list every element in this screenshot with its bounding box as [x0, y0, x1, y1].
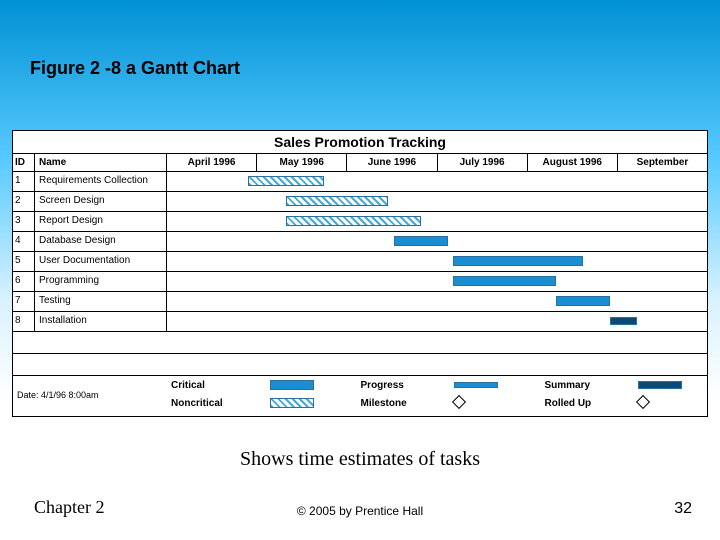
legend-label-critical: Critical — [171, 380, 244, 391]
gantt-bar — [610, 317, 637, 325]
task-bar-area — [167, 212, 707, 231]
task-id: 7 — [13, 292, 35, 311]
column-header-month: July 1996 — [437, 154, 527, 171]
task-id: 4 — [13, 232, 35, 251]
legend-label-progress: Progress — [361, 380, 428, 391]
slide-title: Figure 2 -8 a Gantt Chart — [30, 58, 240, 79]
legend-swatch-summary — [638, 381, 682, 389]
task-name: Installation — [35, 312, 167, 331]
column-header-month: September — [617, 154, 707, 171]
chart-title: Sales Promotion Tracking — [13, 131, 707, 154]
rolled-up-icon — [636, 395, 650, 409]
task-bar-area — [167, 252, 707, 271]
footer-page: 32 — [674, 500, 692, 518]
legend-swatch-progress — [454, 382, 498, 388]
task-row: 3 Report Design — [13, 212, 707, 232]
task-id: 5 — [13, 252, 35, 271]
chart-legend: Date: 4/1/96 8:00am Critical Progress Su… — [13, 376, 707, 416]
column-header-month: August 1996 — [527, 154, 617, 171]
task-id: 1 — [13, 172, 35, 191]
task-row: 8 Installation — [13, 312, 707, 332]
task-row: 5 User Documentation — [13, 252, 707, 272]
task-name: Database Design — [35, 232, 167, 251]
footer-copyright: © 2005 by Prentice Hall — [0, 504, 720, 518]
column-header-month: April 1996 — [167, 154, 256, 171]
chart-header-row: ID Name April 1996 May 1996 June 1996 Ju… — [13, 154, 707, 172]
column-header-id: ID — [13, 154, 35, 171]
task-name: Programming — [35, 272, 167, 291]
legend-label-rolledup: Rolled Up — [544, 398, 612, 409]
task-bar-area — [167, 172, 707, 191]
task-name: Testing — [35, 292, 167, 311]
task-row: 4 Database Design — [13, 232, 707, 252]
task-id: 6 — [13, 272, 35, 291]
task-bar-area — [167, 312, 707, 331]
spacer-row — [13, 354, 707, 376]
task-id: 3 — [13, 212, 35, 231]
spacer-row — [13, 332, 707, 354]
gantt-chart: Sales Promotion Tracking ID Name April 1… — [12, 130, 708, 417]
legend-date: Date: 4/1/96 8:00am — [17, 390, 171, 400]
task-row: 1 Requirements Collection — [13, 172, 707, 192]
legend-swatch-critical — [270, 380, 314, 390]
task-row: 2 Screen Design — [13, 192, 707, 212]
gantt-bar — [394, 236, 448, 246]
task-id: 8 — [13, 312, 35, 331]
slide-caption: Shows time estimates of tasks — [0, 448, 720, 471]
milestone-icon — [451, 395, 465, 409]
gantt-bar — [453, 276, 556, 286]
gantt-bar — [556, 296, 610, 306]
task-bar-area — [167, 292, 707, 311]
gantt-bar — [286, 196, 389, 206]
column-header-name: Name — [35, 154, 167, 171]
task-bar-area — [167, 232, 707, 251]
gantt-bar — [248, 176, 324, 186]
task-id: 2 — [13, 192, 35, 211]
gantt-bar — [286, 216, 421, 226]
legend-label-milestone: Milestone — [361, 398, 428, 409]
task-bar-area — [167, 272, 707, 291]
task-name: Requirements Collection — [35, 172, 167, 191]
task-bar-area — [167, 192, 707, 211]
column-header-month: May 1996 — [256, 154, 346, 171]
task-name: User Documentation — [35, 252, 167, 271]
task-row: 6 Programming — [13, 272, 707, 292]
legend-swatch-noncritical — [270, 398, 314, 408]
column-header-month: June 1996 — [346, 154, 436, 171]
task-row: 7 Testing — [13, 292, 707, 312]
task-name: Screen Design — [35, 192, 167, 211]
gantt-bar — [453, 256, 583, 266]
task-rows: 1 Requirements Collection 2 Screen Desig… — [13, 172, 707, 332]
task-name: Report Design — [35, 212, 167, 231]
legend-label-summary: Summary — [544, 380, 612, 391]
legend-label-noncritical: Noncritical — [171, 398, 244, 409]
